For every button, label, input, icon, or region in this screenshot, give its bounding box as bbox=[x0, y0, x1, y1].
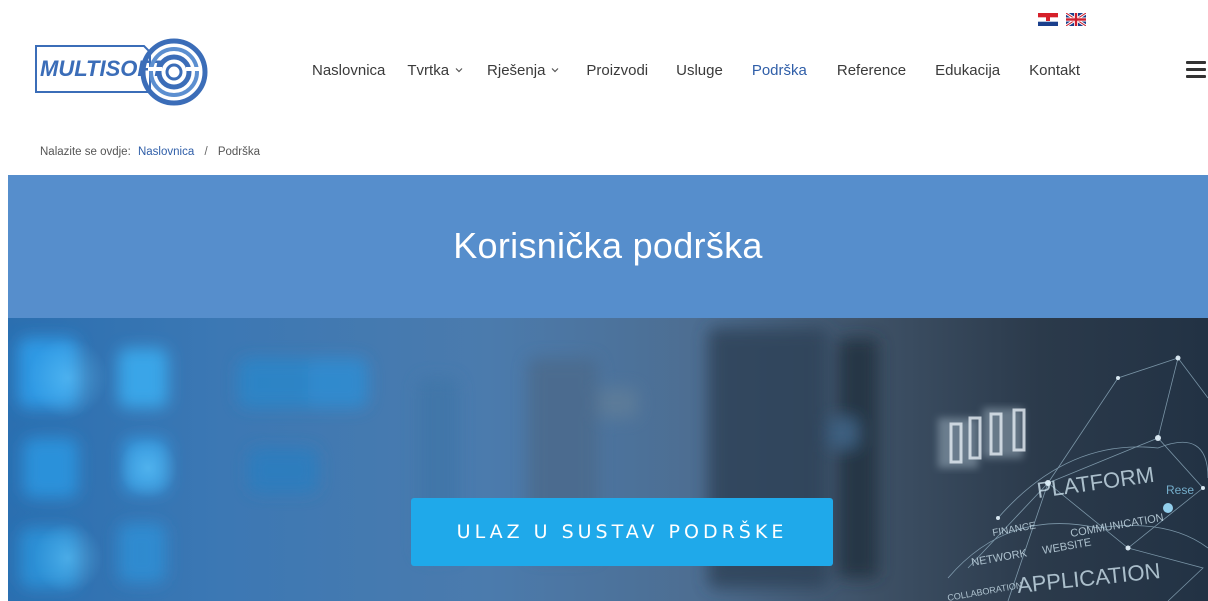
nav-label: Reference bbox=[836, 61, 907, 79]
breadcrumb-current: Podrška bbox=[217, 146, 261, 158]
nav-label: Podrška bbox=[751, 61, 807, 79]
language-switcher bbox=[1038, 13, 1086, 26]
page-title: Korisnička podrška bbox=[453, 225, 763, 266]
nav-label: Rješenja bbox=[487, 61, 546, 79]
page-title-band: Korisnička podrška bbox=[8, 175, 1208, 318]
breadcrumb-prefix: Nalazite se ovdje: bbox=[40, 146, 131, 158]
hero-word-platform: PLATFORM bbox=[1035, 462, 1155, 503]
hero-word-research: Rese bbox=[1166, 483, 1194, 497]
breadcrumb-home-link[interactable]: Naslovnica bbox=[138, 146, 194, 158]
chevron-down-icon bbox=[455, 68, 463, 73]
nav-item-edukacija[interactable]: Edukacija bbox=[935, 62, 1000, 79]
nav-label: Usluge bbox=[676, 61, 723, 79]
nav-label: Proizvodi bbox=[586, 61, 649, 79]
nav-label: Edukacija bbox=[935, 61, 1001, 79]
nav-label: Kontakt bbox=[1029, 61, 1080, 79]
hero-word-application: APPLICATION bbox=[1016, 558, 1162, 598]
main-navigation: Naslovnica Tvrtka Rješenja Proizvodi Usl… bbox=[312, 58, 1080, 82]
multisoft-logo[interactable]: MULTISOFT bbox=[32, 36, 208, 108]
chevron-down-icon bbox=[551, 68, 559, 73]
nav-label: Tvrtka bbox=[407, 61, 450, 79]
nav-item-tvrtka[interactable]: Tvrtka bbox=[407, 62, 463, 79]
breadcrumb-separator: / bbox=[204, 146, 208, 158]
nav-label: Naslovnica bbox=[312, 61, 386, 79]
nav-item-reference[interactable]: Reference bbox=[837, 62, 906, 79]
croatia-flag-icon[interactable] bbox=[1038, 13, 1058, 26]
nav-item-proizvodi[interactable]: Proizvodi bbox=[586, 62, 648, 79]
breadcrumb: Nalazite se ovdje: Naslovnica / Podrška bbox=[40, 146, 260, 158]
nav-item-usluge[interactable]: Usluge bbox=[676, 62, 723, 79]
nav-item-podrska[interactable]: Podrška bbox=[752, 62, 807, 79]
hero-word-communication: COMMUNICATION bbox=[1069, 512, 1164, 540]
nav-item-kontakt[interactable]: Kontakt bbox=[1029, 62, 1080, 79]
uk-flag-icon[interactable] bbox=[1066, 13, 1086, 26]
hero-word-collaboration: COLLABORATION bbox=[947, 580, 1023, 601]
hero-banner: PLATFORM Rese FINANCE COMMUNICATION NETW… bbox=[8, 318, 1208, 601]
nav-item-naslovnica[interactable]: Naslovnica bbox=[312, 62, 385, 79]
support-system-entry-button[interactable]: ULAZ U SUSTAV PODRŠKE bbox=[411, 498, 833, 566]
site-header: MULTISOFT Naslovnica Tvrtka Rješenja Pro… bbox=[0, 0, 1208, 130]
hamburger-menu-icon[interactable] bbox=[1186, 61, 1206, 78]
hero-word-website: WEBSITE bbox=[1041, 537, 1092, 557]
nav-item-rjesenja[interactable]: Rješenja bbox=[487, 62, 559, 79]
